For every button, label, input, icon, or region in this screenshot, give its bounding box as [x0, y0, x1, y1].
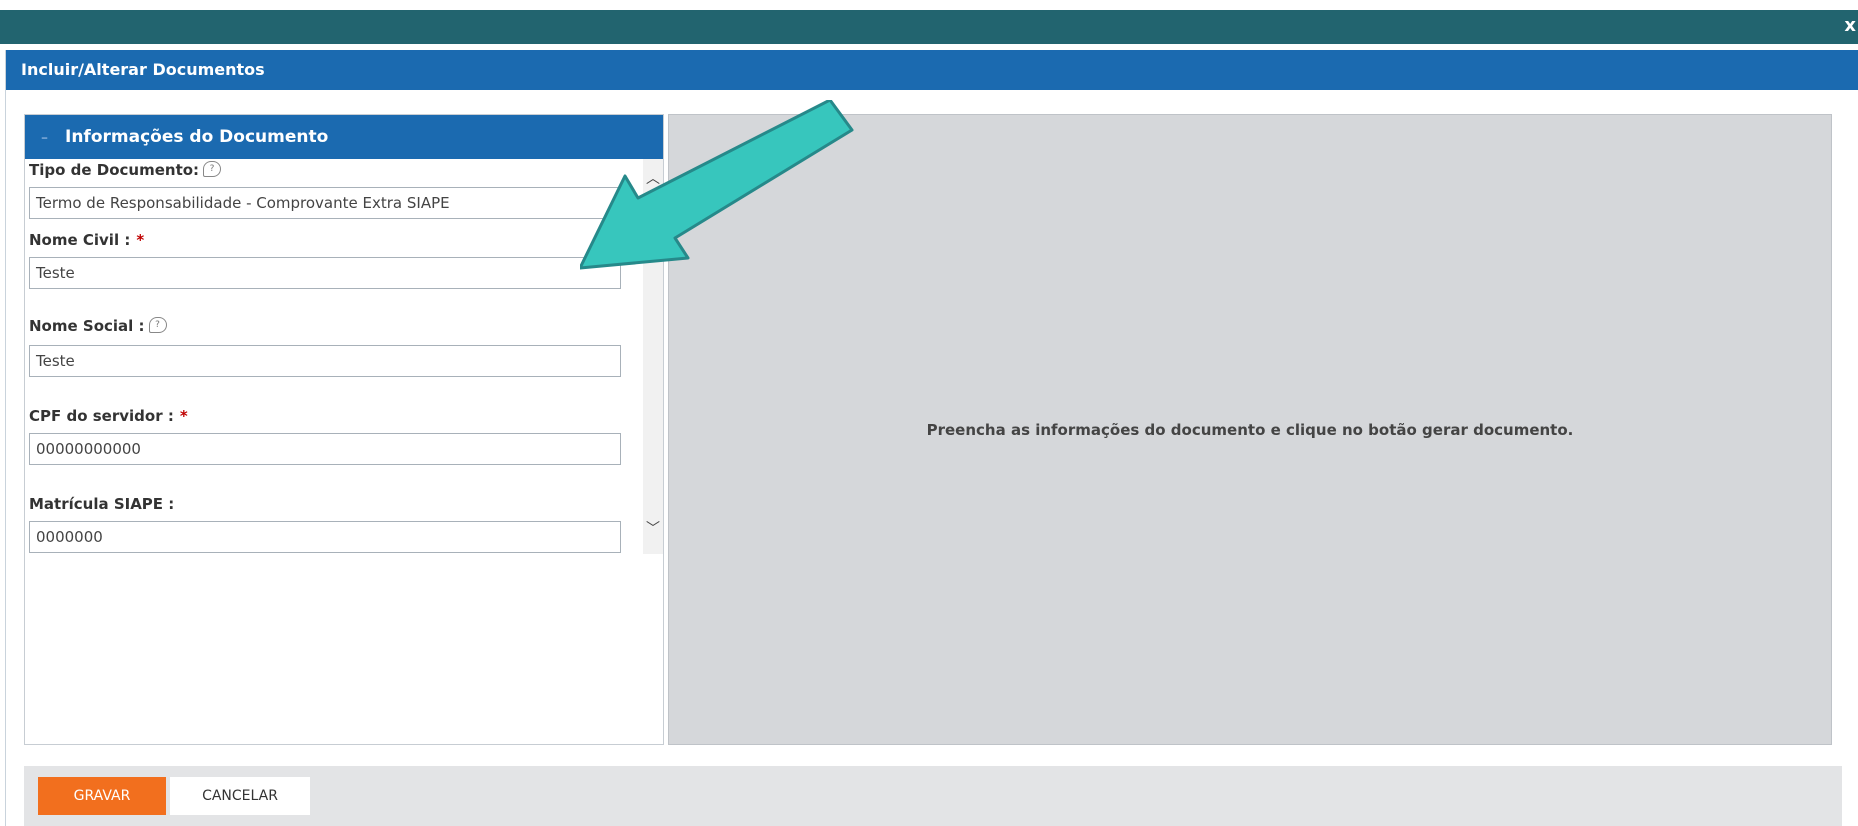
matricula-label-text: Matrícula SIAPE :: [29, 495, 175, 513]
close-icon[interactable]: x: [1844, 16, 1856, 36]
help-icon[interactable]: ?: [203, 161, 222, 177]
form-area: Tipo de Documento:? Termo de Responsabil…: [25, 159, 645, 554]
cancel-button[interactable]: CANCELAR: [170, 777, 310, 815]
nome-social-label: Nome Social :?: [29, 317, 167, 335]
nome-social-label-text: Nome Social :: [29, 317, 145, 335]
panel-header[interactable]: – Informações do Documento: [25, 115, 663, 159]
tipo-documento-field[interactable]: Termo de Responsabilidade - Comprovante …: [29, 187, 621, 219]
matricula-field[interactable]: 0000000: [29, 521, 621, 553]
chevron-down-icon[interactable]: ﹀: [643, 519, 663, 539]
cpf-label: CPF do servidor : *: [29, 407, 188, 425]
window-titlebar: x: [0, 10, 1858, 44]
matricula-label: Matrícula SIAPE :: [29, 495, 174, 513]
cpf-label-text: CPF do servidor :: [29, 407, 174, 425]
tipo-documento-label-text: Tipo de Documento:: [29, 161, 200, 179]
preview-message: Preencha as informações do documento e c…: [926, 421, 1574, 439]
required-marker: *: [136, 231, 145, 249]
nome-civil-field[interactable]: Teste: [29, 257, 621, 289]
annotation-arrow-icon: [580, 100, 854, 270]
required-marker: *: [179, 407, 188, 425]
nome-social-field[interactable]: Teste: [29, 345, 621, 377]
tipo-documento-label: Tipo de Documento:?: [29, 161, 222, 179]
panel-title: Informações do Documento: [65, 127, 329, 147]
document-info-panel: – Informações do Documento Tipo de Docume…: [24, 114, 664, 745]
dialog-title: Incluir/Alterar Documentos: [6, 50, 1858, 90]
help-icon[interactable]: ?: [148, 317, 167, 333]
dialog: Incluir/Alterar Documentos – Informações …: [5, 50, 1858, 826]
collapse-icon[interactable]: –: [41, 116, 51, 160]
nome-civil-label-text: Nome Civil :: [29, 231, 131, 249]
save-button[interactable]: GRAVAR: [38, 777, 166, 815]
top-strip: [0, 0, 1858, 10]
cpf-field[interactable]: 00000000000: [29, 433, 621, 465]
nome-civil-label: Nome Civil : *: [29, 231, 144, 249]
footer-bar: GRAVAR CANCELAR: [24, 766, 1842, 826]
